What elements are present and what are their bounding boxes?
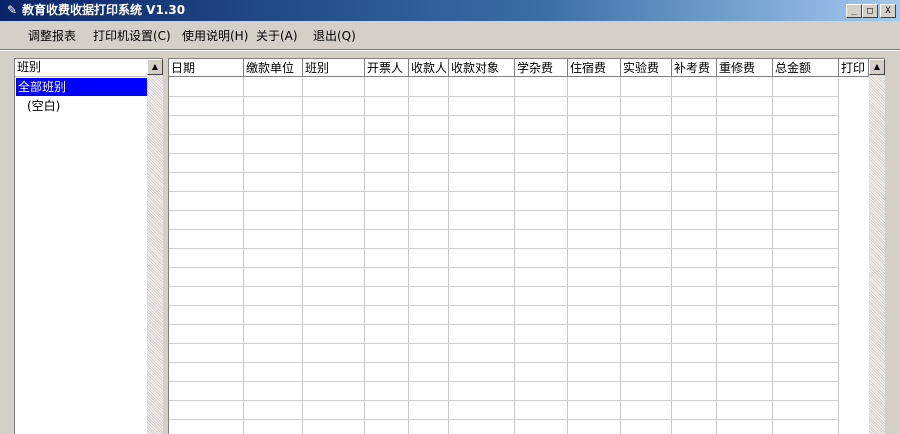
grid-row-line — [169, 305, 839, 306]
menu-printer-settings[interactable]: 打印机设置(C) — [93, 28, 171, 44]
close-button[interactable]: X — [880, 4, 896, 18]
grid-row-line — [169, 115, 839, 116]
grid-row-line — [169, 362, 839, 363]
col-issuer[interactable]: 开票人 — [365, 59, 409, 77]
menu-exit[interactable]: 退出(Q) — [313, 28, 356, 44]
col-makeup-exam[interactable]: 补考费 — [672, 59, 717, 77]
col-lodging[interactable]: 住宿费 — [568, 59, 621, 77]
menu-help[interactable]: 使用说明(H) — [182, 28, 248, 44]
col-total[interactable]: 总金额 — [773, 59, 839, 77]
col-print[interactable]: 打印 — [839, 59, 869, 77]
minimize-button[interactable]: _ — [846, 4, 862, 18]
window-title: 教育收费收据打印系统 V1.30 — [22, 3, 186, 17]
menu-divider — [0, 49, 900, 51]
grid-row-line — [169, 286, 839, 287]
grid-row-line — [169, 343, 839, 344]
col-class[interactable]: 班别 — [303, 59, 365, 77]
title-bar[interactable]: ✎ 教育收费收据打印系统 V1.30 _ □ X — [0, 0, 900, 21]
grid-row-line — [169, 419, 839, 420]
col-payee-target[interactable]: 收款对象 — [449, 59, 515, 77]
grid-row-line — [169, 229, 839, 230]
col-payer-unit[interactable]: 缴款单位 — [244, 59, 303, 77]
receipt-grid[interactable]: 日期 缴款单位 班别 开票人 收款人 收款对象 学杂费 住宿费 实验费 补考费 … — [168, 58, 885, 434]
grid-row-line — [169, 153, 839, 154]
grid-scroll-up-icon[interactable]: ▲ — [869, 59, 885, 75]
grid-row-line — [169, 400, 839, 401]
maximize-button[interactable]: □ — [862, 4, 878, 18]
grid-row-line — [169, 381, 839, 382]
menu-about[interactable]: 关于(A) — [256, 28, 298, 44]
col-retake-fee[interactable]: 重修费 — [717, 59, 773, 77]
col-collector[interactable]: 收款人 — [409, 59, 449, 77]
grid-row-line — [169, 172, 839, 173]
col-date[interactable]: 日期 — [169, 59, 244, 77]
grid-row-line — [169, 324, 839, 325]
scroll-up-icon[interactable]: ▲ — [147, 59, 163, 75]
class-list-panel[interactable]: 班别 全部班别 (空白) ▲ — [14, 58, 163, 434]
grid-row-line — [169, 134, 839, 135]
grid-row-line — [169, 210, 839, 211]
class-item-all[interactable]: 全部班别 — [16, 78, 148, 96]
menu-bar: 调整报表 打印机设置(C) 使用说明(H) 关于(A) 退出(Q) — [0, 21, 900, 49]
menu-adjust-report[interactable]: 调整报表 — [28, 28, 76, 44]
grid-scrollbar[interactable]: ▲ — [869, 59, 885, 434]
class-item-blank[interactable]: (空白) — [25, 97, 60, 115]
grid-row-line — [169, 191, 839, 192]
grid-row-line — [169, 96, 839, 97]
app-icon: ✎ — [6, 3, 18, 17]
grid-header: 日期 缴款单位 班别 开票人 收款人 收款对象 学杂费 住宿费 实验费 补考费 … — [169, 59, 869, 77]
class-list-header: 班别 — [15, 59, 150, 77]
col-tuition[interactable]: 学杂费 — [515, 59, 568, 77]
grid-body[interactable] — [169, 77, 869, 434]
col-lab-fee[interactable]: 实验费 — [621, 59, 672, 77]
class-list-scrollbar[interactable]: ▲ — [147, 59, 163, 434]
grid-row-line — [169, 248, 839, 249]
grid-row-line — [169, 267, 839, 268]
